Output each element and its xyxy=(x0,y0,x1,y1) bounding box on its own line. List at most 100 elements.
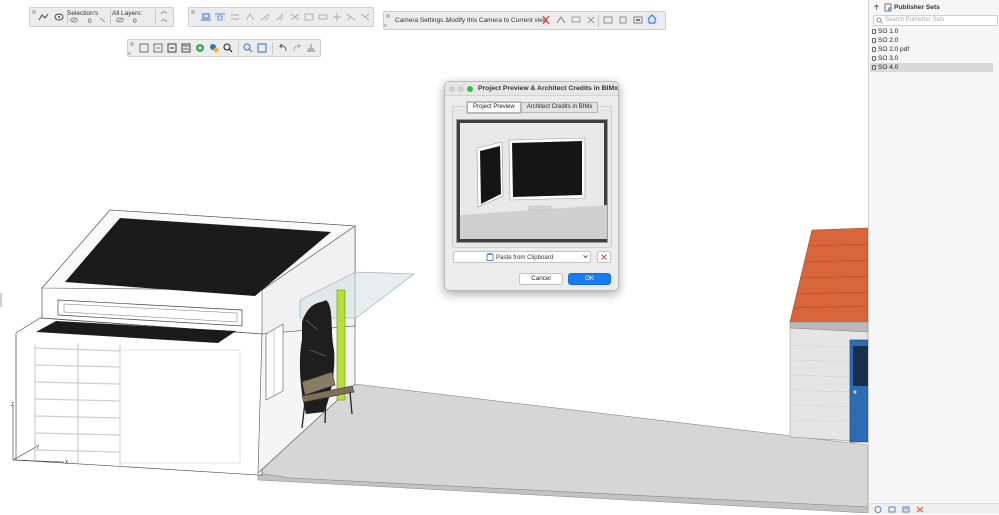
distribute-icon[interactable] xyxy=(229,12,241,22)
window-minimize-button[interactable] xyxy=(458,85,464,92)
stretch-icon[interactable] xyxy=(303,12,315,22)
add-set-icon[interactable] xyxy=(874,506,882,513)
camera-settings-button[interactable]: Camera Settings... xyxy=(395,17,449,24)
elevate-icon[interactable] xyxy=(274,12,286,22)
zoom-window-icon[interactable] xyxy=(256,43,268,53)
settings-gear-icon[interactable] xyxy=(222,43,234,53)
search-field[interactable]: Search Publisher Sets xyxy=(873,15,998,26)
tab-architect-credits[interactable]: Architect Credits in BIMx xyxy=(520,102,599,113)
layers-count: 0 xyxy=(133,18,137,25)
set-icon xyxy=(872,47,876,52)
add-green-icon[interactable] xyxy=(194,43,206,53)
dropdown-value: Paste from Clipboard xyxy=(496,253,554,261)
remove-image-button[interactable] xyxy=(597,251,611,263)
window-close-button[interactable] xyxy=(449,85,455,92)
navigate-up-icon[interactable] xyxy=(872,3,881,12)
fit-icon[interactable] xyxy=(632,15,644,25)
palette-grip[interactable] xyxy=(386,14,390,18)
left-edge-handle[interactable] xyxy=(0,293,2,307)
publisher-sets-icon xyxy=(884,3,893,12)
publisher-set-item[interactable]: SO 3.0 xyxy=(870,54,993,63)
selection-layers-palette: Selection's 0 All Layers: 0 xyxy=(29,7,174,27)
cancel-button[interactable]: Cancel xyxy=(519,273,563,285)
palette-grip[interactable] xyxy=(191,10,195,14)
axis-z-label: Z xyxy=(11,402,14,408)
publish-icon[interactable] xyxy=(166,43,178,53)
selections-label: Selection's xyxy=(67,10,99,17)
multiply-icon[interactable] xyxy=(289,12,301,22)
project-map-icon[interactable] xyxy=(180,43,192,53)
palette-grip[interactable] xyxy=(130,42,134,46)
set-icon xyxy=(872,65,876,70)
publisher-sets-title: Publisher Sets xyxy=(894,4,940,11)
path-icon[interactable] xyxy=(555,15,567,25)
camera-palette: Camera Settings... Modify this Camera to… xyxy=(383,11,666,30)
preview-image xyxy=(456,119,608,243)
palette-grip[interactable] xyxy=(32,10,36,14)
publisher-set-item-selected[interactable]: SO 4.0 xyxy=(870,63,993,72)
cut-icon[interactable] xyxy=(585,15,597,25)
dialog-titlebar[interactable]: Project Preview & Architect Credits in B… xyxy=(445,82,618,96)
3d-viewport[interactable]: Z Y X xyxy=(0,0,868,513)
selection-count: 0 xyxy=(88,18,92,25)
mirror-icon[interactable] xyxy=(259,12,271,22)
view-tools-palette xyxy=(188,7,374,27)
layers-hidden-icon[interactable] xyxy=(116,17,124,23)
delete-set-icon[interactable] xyxy=(916,506,924,513)
home-icon[interactable] xyxy=(646,14,658,24)
camera-palette-expand[interactable]: ≡ xyxy=(384,23,387,29)
frame-icon[interactable] xyxy=(617,15,629,25)
modify-camera-button[interactable]: Modify this Camera to Current view xyxy=(446,17,548,24)
walk-tool-icon[interactable] xyxy=(38,12,50,22)
dialog-title: Project Preview & Architect Credits in B… xyxy=(478,84,618,92)
close-icon xyxy=(601,254,607,260)
all-layers-label: All Layers: xyxy=(112,10,143,17)
layout-book-icon[interactable] xyxy=(138,43,150,53)
intersect-icon[interactable] xyxy=(359,12,371,22)
window-zoom-button[interactable] xyxy=(467,85,473,92)
publisher-footer xyxy=(869,503,999,514)
neighbour-house xyxy=(789,227,868,443)
rotate-icon[interactable] xyxy=(244,12,256,22)
tab-project-preview[interactable]: Project Preview xyxy=(467,102,521,113)
set-icon xyxy=(872,29,876,34)
document-palette-expand[interactable]: ≡ xyxy=(128,51,131,57)
image-source-dropdown[interactable]: Paste from Clipboard xyxy=(453,251,591,263)
adjust-icon[interactable] xyxy=(345,12,357,22)
redo-arrow-icon[interactable] xyxy=(291,43,303,53)
split-icon[interactable] xyxy=(331,12,343,22)
orbit-tool-icon[interactable] xyxy=(53,12,65,22)
align-bottom-icon[interactable] xyxy=(200,12,212,22)
publish-set-icon[interactable] xyxy=(902,506,910,513)
document-tools-palette xyxy=(127,39,321,57)
green-plant-panel xyxy=(336,289,346,401)
stack-icon[interactable] xyxy=(305,43,317,53)
align-top-icon[interactable] xyxy=(214,12,226,22)
set-icon xyxy=(872,38,876,43)
set-icon xyxy=(872,56,876,61)
new-folder-icon[interactable] xyxy=(888,506,896,513)
redo-icon[interactable] xyxy=(160,10,168,16)
undo-arrow-icon[interactable] xyxy=(277,43,289,53)
resize-icon[interactable] xyxy=(317,12,329,22)
teamwork-icon[interactable] xyxy=(208,43,220,53)
tab-strip: Project Preview Architect Credits in BIM… xyxy=(467,102,599,113)
zoom-fit-icon[interactable] xyxy=(242,43,254,53)
eye-hidden-icon[interactable] xyxy=(70,17,78,23)
layout-icon[interactable] xyxy=(602,15,614,25)
ground-slab xyxy=(257,383,868,508)
camera-path-icon[interactable] xyxy=(570,15,582,25)
view-map-icon[interactable] xyxy=(152,43,164,53)
chevron-down-icon xyxy=(583,254,588,259)
publisher-sets-panel: Publisher Sets Search Publisher Sets SO … xyxy=(868,0,999,514)
publisher-set-item[interactable]: SO 2.0 pdf xyxy=(870,45,993,54)
search-icon xyxy=(876,17,883,24)
search-placeholder: Search Publisher Sets xyxy=(885,17,945,23)
close-icon[interactable] xyxy=(540,15,552,25)
ok-button[interactable]: OK xyxy=(568,273,611,285)
arrow-icon[interactable] xyxy=(99,17,106,23)
publisher-set-item[interactable]: SO 1.0 xyxy=(870,27,993,36)
publisher-set-item[interactable]: SO 2.0 xyxy=(870,36,993,45)
undo-icon[interactable] xyxy=(160,18,168,24)
clipboard-icon xyxy=(486,253,494,261)
